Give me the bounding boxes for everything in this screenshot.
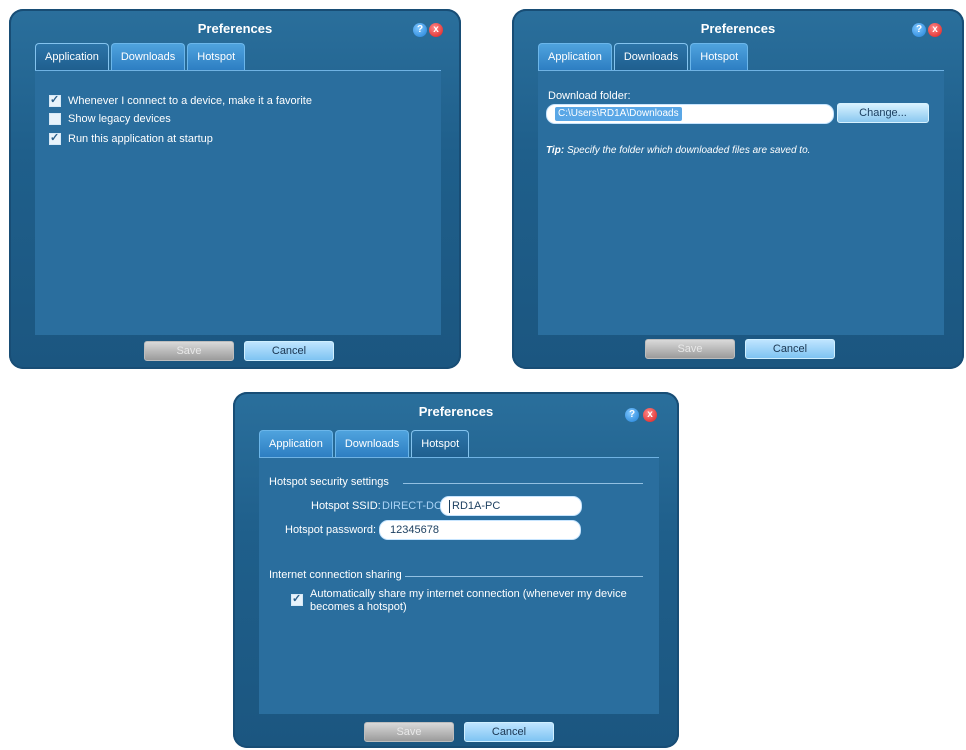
checkbox-favorite-row[interactable]: Whenever I connect to a device, make it … xyxy=(49,93,312,107)
hotspot-ssid-input[interactable]: RD1A-PC xyxy=(440,496,582,516)
checkbox-startup[interactable] xyxy=(49,131,61,145)
preferences-dialog-hotspot: Preferences ? x Application Downloads Ho… xyxy=(233,392,679,748)
cancel-button[interactable]: Cancel xyxy=(244,341,334,361)
ssid-value: RD1A-PC xyxy=(452,500,501,512)
checkbox-startup-label: Run this application at startup xyxy=(68,133,213,145)
checkbox-favorite-label: Whenever I connect to a device, make it … xyxy=(68,95,312,107)
download-folder-value: C:\Users\RD1A\Downloads xyxy=(555,107,682,121)
checkbox-legacy-row[interactable]: Show legacy devices xyxy=(49,113,171,125)
cancel-button[interactable]: Cancel xyxy=(464,722,554,742)
tab-application[interactable]: Application xyxy=(259,430,333,457)
tab-downloads[interactable]: Downloads xyxy=(334,430,410,457)
tab-bar: Application Downloads Hotspot xyxy=(538,43,750,71)
tab-application[interactable]: Application xyxy=(538,43,612,70)
close-icon[interactable]: x xyxy=(928,23,942,37)
dialog-title: Preferences xyxy=(197,21,273,36)
share-connection-label-line2: becomes a hotspot) xyxy=(310,601,407,613)
button-bar: Save Cancel xyxy=(144,341,334,361)
tab-hotspot[interactable]: Hotspot xyxy=(187,43,246,70)
tip-body: Specify the folder which downloaded file… xyxy=(566,145,811,156)
help-icon[interactable]: ? xyxy=(625,408,639,422)
dialog-title: Preferences xyxy=(418,404,494,419)
password-value: 12345678 xyxy=(390,524,439,536)
button-bar: Save Cancel xyxy=(645,339,835,359)
share-connection-checkbox[interactable] xyxy=(291,592,303,606)
tip-prefix: Tip: xyxy=(546,145,565,156)
security-divider xyxy=(403,483,643,484)
checkbox-legacy[interactable] xyxy=(49,113,61,125)
cancel-button[interactable]: Cancel xyxy=(745,339,835,359)
save-button[interactable]: Save xyxy=(364,722,454,742)
text-caret xyxy=(449,500,450,513)
help-icon[interactable]: ? xyxy=(912,23,926,37)
preferences-dialog-application: Preferences ? x Application Downloads Ho… xyxy=(9,9,461,369)
tab-hotspot[interactable]: Hotspot xyxy=(690,43,749,70)
checkbox-legacy-label: Show legacy devices xyxy=(68,113,171,125)
sharing-divider xyxy=(405,576,643,577)
tab-hotspot[interactable]: Hotspot xyxy=(411,430,470,457)
share-connection-label-line1: Automatically share my internet connecti… xyxy=(310,588,627,600)
hotspot-password-input[interactable]: 12345678 xyxy=(379,520,581,540)
close-icon[interactable]: x xyxy=(429,23,443,37)
sharing-heading: Internet connection sharing xyxy=(269,569,402,581)
tab-downloads[interactable]: Downloads xyxy=(110,43,186,70)
checkbox-startup-row[interactable]: Run this application at startup xyxy=(49,131,213,145)
share-connection-row[interactable]: Automatically share my internet connecti… xyxy=(291,588,627,614)
preferences-dialog-downloads: Preferences ? x Application Downloads Ho… xyxy=(512,9,964,369)
help-icon[interactable]: ? xyxy=(413,23,427,37)
tab-bar: Application Downloads Hotspot xyxy=(259,430,471,458)
tab-downloads[interactable]: Downloads xyxy=(613,43,689,70)
tab-application[interactable]: Application xyxy=(35,43,109,70)
tab-bar: Application Downloads Hotspot xyxy=(35,43,247,71)
change-button[interactable]: Change... xyxy=(837,103,929,123)
download-folder-label: Download folder: xyxy=(548,90,631,102)
tab-panel xyxy=(35,70,441,335)
ssid-prefix: DIRECT-DC- xyxy=(382,500,446,512)
hotspot-password-label: Hotspot password: xyxy=(285,524,377,536)
share-connection-label: Automatically share my internet connecti… xyxy=(310,588,627,614)
download-folder-input[interactable]: C:\Users\RD1A\Downloads xyxy=(546,104,834,124)
save-button[interactable]: Save xyxy=(144,341,234,361)
checkbox-favorite[interactable] xyxy=(49,93,61,107)
tip-text: Tip: Specify the folder which downloaded… xyxy=(546,145,810,156)
close-icon[interactable]: x xyxy=(643,408,657,422)
hotspot-ssid-label: Hotspot SSID: xyxy=(311,500,381,512)
button-bar: Save Cancel xyxy=(364,722,554,742)
save-button[interactable]: Save xyxy=(645,339,735,359)
dialog-title: Preferences xyxy=(700,21,776,36)
security-heading: Hotspot security settings xyxy=(269,476,389,488)
